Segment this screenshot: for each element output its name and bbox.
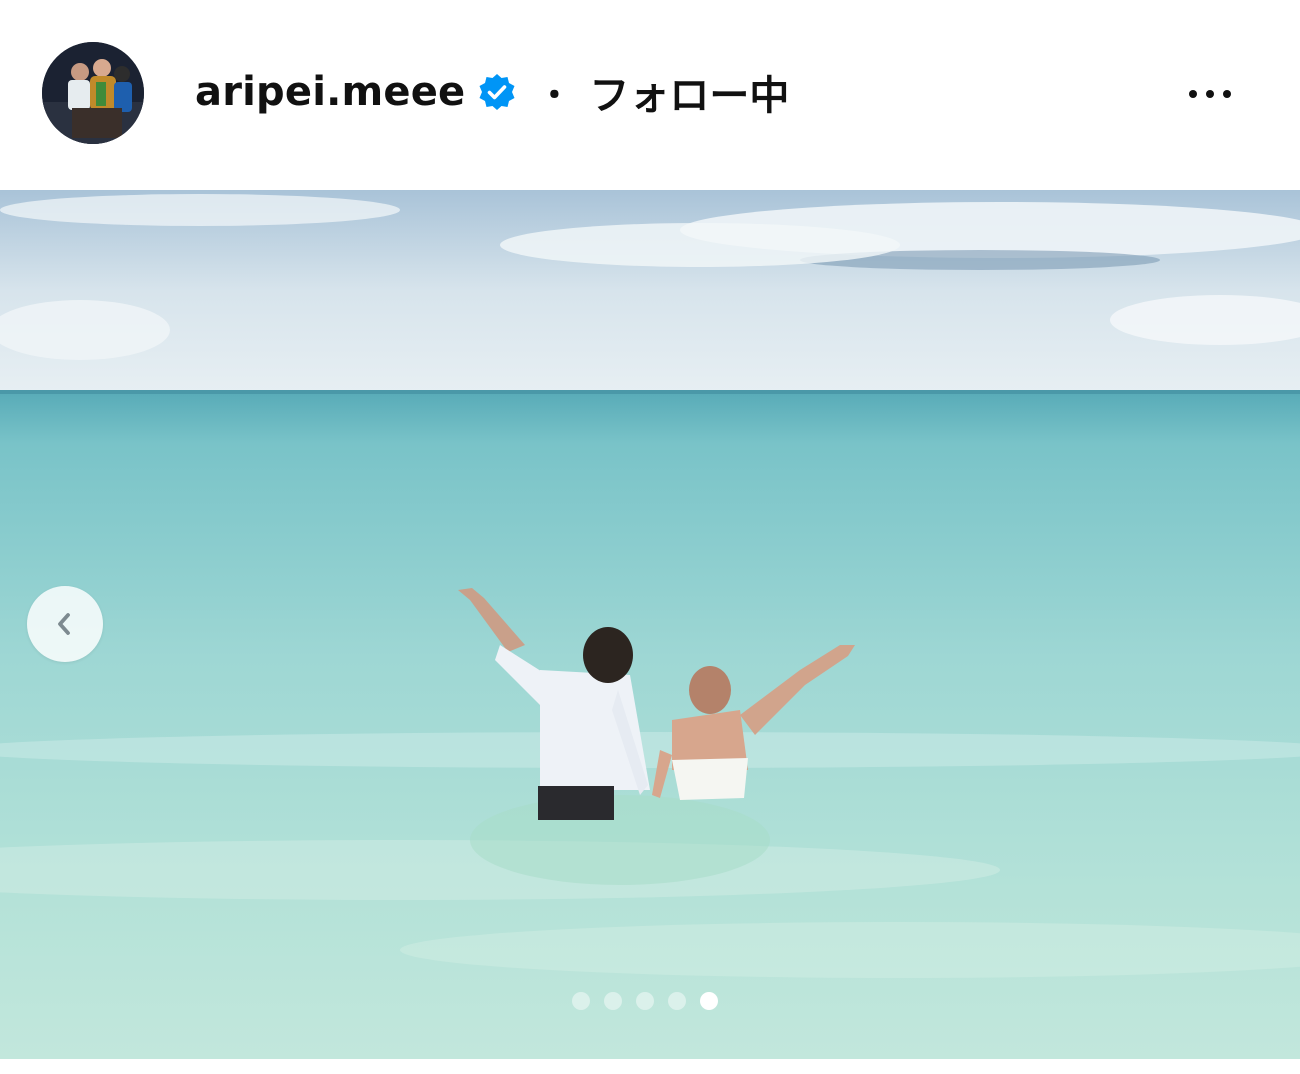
following-status-button[interactable]: フォロー中 (589, 63, 789, 121)
more-dot (1189, 90, 1197, 98)
verified-badge-icon (477, 72, 517, 112)
carousel-dot (636, 992, 654, 1010)
chevron-left-icon (58, 613, 70, 635)
carousel-dot (668, 992, 686, 1010)
post-header: aripei.meee ・ フォロー中 (0, 0, 1300, 188)
username-row: aripei.meee ・ フォロー中 (195, 62, 789, 122)
carousel-dot (604, 992, 622, 1010)
previous-photo-button[interactable] (27, 586, 103, 662)
carousel-dot (572, 992, 590, 1010)
more-options-icon[interactable] (1170, 70, 1250, 118)
carousel-dot-active (700, 992, 718, 1010)
carousel-indicator (572, 992, 718, 1010)
beach-photo (0, 190, 1300, 1059)
separator-dot: ・ (537, 75, 572, 116)
avatar[interactable] (42, 42, 144, 144)
avatar-image (42, 42, 144, 144)
post-photo[interactable] (0, 190, 1300, 1059)
more-dot (1206, 90, 1214, 98)
more-dot (1223, 90, 1231, 98)
username-link[interactable]: aripei.meee (195, 69, 465, 115)
